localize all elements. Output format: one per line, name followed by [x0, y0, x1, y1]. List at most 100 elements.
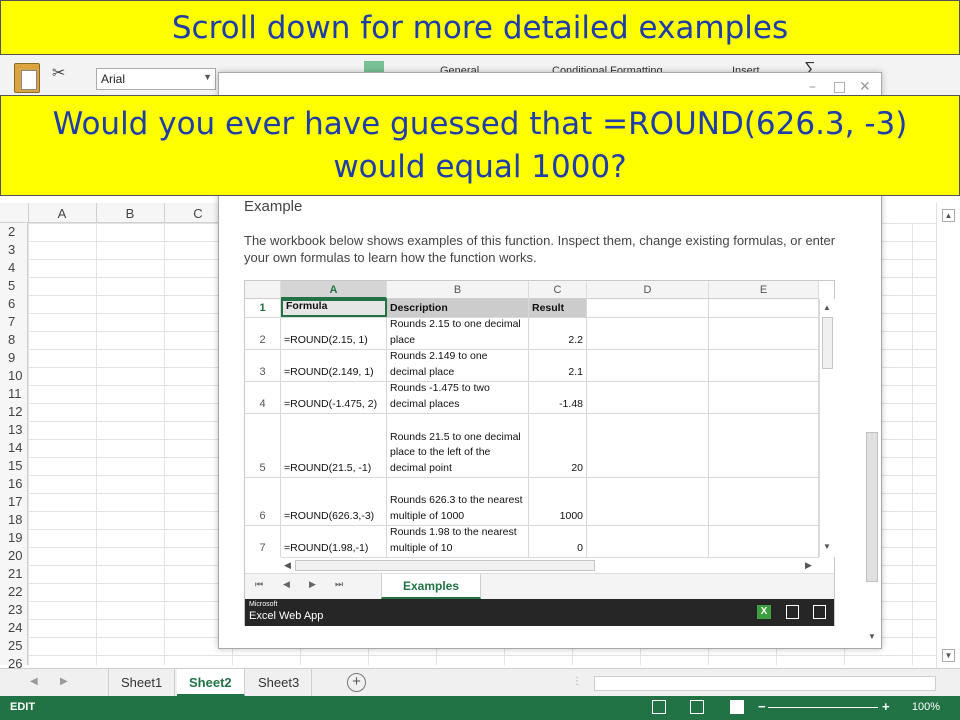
cell-description[interactable]: Rounds 2.15 to one decimal place	[387, 318, 529, 349]
cell-formula[interactable]: =ROUND(21.5, -1)	[281, 414, 387, 477]
excel-logo-icon[interactable]: X	[757, 605, 771, 619]
cell-description[interactable]: Rounds 626.3 to the nearest multiple of …	[387, 478, 529, 525]
row-number[interactable]: 7	[0, 313, 27, 331]
cell-formula[interactable]: =ROUND(626.3,-3)	[281, 478, 387, 525]
cell-empty[interactable]	[587, 526, 709, 557]
row-number[interactable]: 5	[0, 277, 27, 295]
row-number[interactable]: 25	[0, 637, 27, 655]
page-break-preview-icon[interactable]	[730, 700, 744, 714]
cell-formula[interactable]: =ROUND(-1.475, 2)	[281, 382, 387, 413]
embedded-vertical-scrollbar[interactable]: ▲ ▼	[819, 299, 835, 557]
row-number[interactable]: 3	[0, 241, 27, 259]
prev-sheet-icon[interactable]: ◀	[283, 580, 290, 590]
horizontal-scrollbar[interactable]	[594, 676, 936, 691]
dialog-scrollbar[interactable]: ▼	[864, 196, 880, 642]
row-number[interactable]: 4	[245, 382, 281, 413]
cell-description[interactable]: Rounds 1.98 to the nearest multiple of 1…	[387, 526, 529, 557]
cell-formula[interactable]: =ROUND(2.149, 1)	[281, 350, 387, 381]
zoom-out-icon[interactable]: −	[758, 699, 766, 714]
cell-empty[interactable]	[709, 382, 819, 413]
cell-description[interactable]: Rounds 21.5 to one decimal place to the …	[387, 414, 529, 477]
cell-formula-header[interactable]: Formula	[281, 299, 387, 317]
cell-empty[interactable]	[587, 478, 709, 525]
next-sheet-icon[interactable]: ▶	[309, 580, 316, 590]
row-number[interactable]: 7	[245, 526, 281, 557]
more-icon[interactable]: ⋮	[572, 676, 582, 687]
dialog-scroll-down-icon[interactable]: ▼	[868, 632, 876, 641]
row-number[interactable]: 14	[0, 439, 27, 457]
view-options-icon[interactable]	[813, 605, 826, 619]
cell-empty[interactable]	[587, 318, 709, 349]
tab-scroll-right-icon[interactable]: ▶	[60, 676, 68, 687]
cell-result[interactable]: 1000	[529, 478, 587, 525]
cut-icon[interactable]: ✂	[52, 63, 65, 82]
row-number[interactable]: 23	[0, 601, 27, 619]
scroll-up-icon[interactable]: ▲	[823, 303, 831, 312]
scroll-down-icon[interactable]: ▼	[823, 542, 831, 551]
scroll-up-icon[interactable]: ▲	[942, 209, 955, 222]
cell-empty[interactable]	[709, 318, 819, 349]
cell-result[interactable]: 0	[529, 526, 587, 557]
row-number[interactable]: 2	[245, 318, 281, 349]
row-number[interactable]: 22	[0, 583, 27, 601]
paste-icon[interactable]	[14, 63, 40, 93]
row-number[interactable]: 3	[245, 350, 281, 381]
tab-examples[interactable]: Examples	[381, 574, 481, 599]
font-name-select[interactable]: Arial ▼	[96, 68, 216, 90]
row-number[interactable]: 24	[0, 619, 27, 637]
cell-formula[interactable]: =ROUND(2.15, 1)	[281, 318, 387, 349]
page-layout-icon[interactable]	[690, 700, 704, 714]
add-sheet-icon[interactable]: +	[347, 673, 366, 692]
row-number[interactable]: 21	[0, 565, 27, 583]
column-header-a[interactable]: A	[52, 206, 72, 221]
row-number[interactable]: 5	[245, 414, 281, 477]
zoom-in-icon[interactable]: +	[882, 699, 890, 714]
cell-result[interactable]: 20	[529, 414, 587, 477]
embedded-column-a[interactable]: A	[281, 281, 387, 299]
cell-result[interactable]: 2.1	[529, 350, 587, 381]
embedded-scroll-thumb[interactable]	[822, 317, 833, 369]
cell-result[interactable]: -1.48	[529, 382, 587, 413]
zoom-slider[interactable]	[768, 707, 878, 708]
cell-result[interactable]: 2.2	[529, 318, 587, 349]
cell-empty[interactable]	[709, 478, 819, 525]
row-number[interactable]: 13	[0, 421, 27, 439]
cell-empty[interactable]	[709, 526, 819, 557]
cell-formula[interactable]: =ROUND(1.98,-1)	[281, 526, 387, 557]
row-number[interactable]: 2	[0, 223, 27, 241]
tab-scroll-left-icon[interactable]: ◀	[30, 676, 38, 687]
dialog-scroll-thumb[interactable]	[866, 432, 878, 582]
embedded-column-e[interactable]: E	[709, 281, 819, 299]
cell-description-header[interactable]: Description	[387, 299, 529, 317]
cell-empty[interactable]	[587, 350, 709, 381]
column-header-c[interactable]: C	[188, 206, 208, 221]
embedded-column-c[interactable]: C	[529, 281, 587, 299]
row-number[interactable]: 10	[0, 367, 27, 385]
row-number[interactable]: 11	[0, 385, 27, 403]
last-sheet-icon[interactable]: ⏭	[335, 580, 343, 590]
row-number[interactable]: 1	[245, 299, 281, 317]
row-number[interactable]: 8	[0, 331, 27, 349]
row-number[interactable]: 16	[0, 475, 27, 493]
download-icon[interactable]	[786, 605, 799, 619]
row-number[interactable]: 9	[0, 349, 27, 367]
cell-empty[interactable]	[587, 414, 709, 477]
vertical-scrollbar[interactable]: ▲ ▼	[936, 203, 960, 668]
embedded-horizontal-scrollbar[interactable]: ◀ ▶	[281, 557, 819, 573]
cell-d1[interactable]	[587, 299, 709, 317]
cell-empty[interactable]	[709, 350, 819, 381]
embedded-column-b[interactable]: B	[387, 281, 529, 299]
cell-empty[interactable]	[587, 382, 709, 413]
tab-sheet1[interactable]: Sheet1	[108, 669, 176, 697]
row-number[interactable]: 20	[0, 547, 27, 565]
normal-view-icon[interactable]	[652, 700, 666, 714]
row-number[interactable]: 6	[0, 295, 27, 313]
row-number[interactable]: 4	[0, 259, 27, 277]
embedded-column-d[interactable]: D	[587, 281, 709, 299]
row-number[interactable]: 19	[0, 529, 27, 547]
cell-description[interactable]: Rounds 2.149 to one decimal place	[387, 350, 529, 381]
row-number[interactable]: 15	[0, 457, 27, 475]
scroll-down-icon[interactable]: ▼	[942, 649, 955, 662]
maximize-icon[interactable]: □	[833, 79, 846, 95]
select-all-corner[interactable]	[245, 281, 281, 299]
